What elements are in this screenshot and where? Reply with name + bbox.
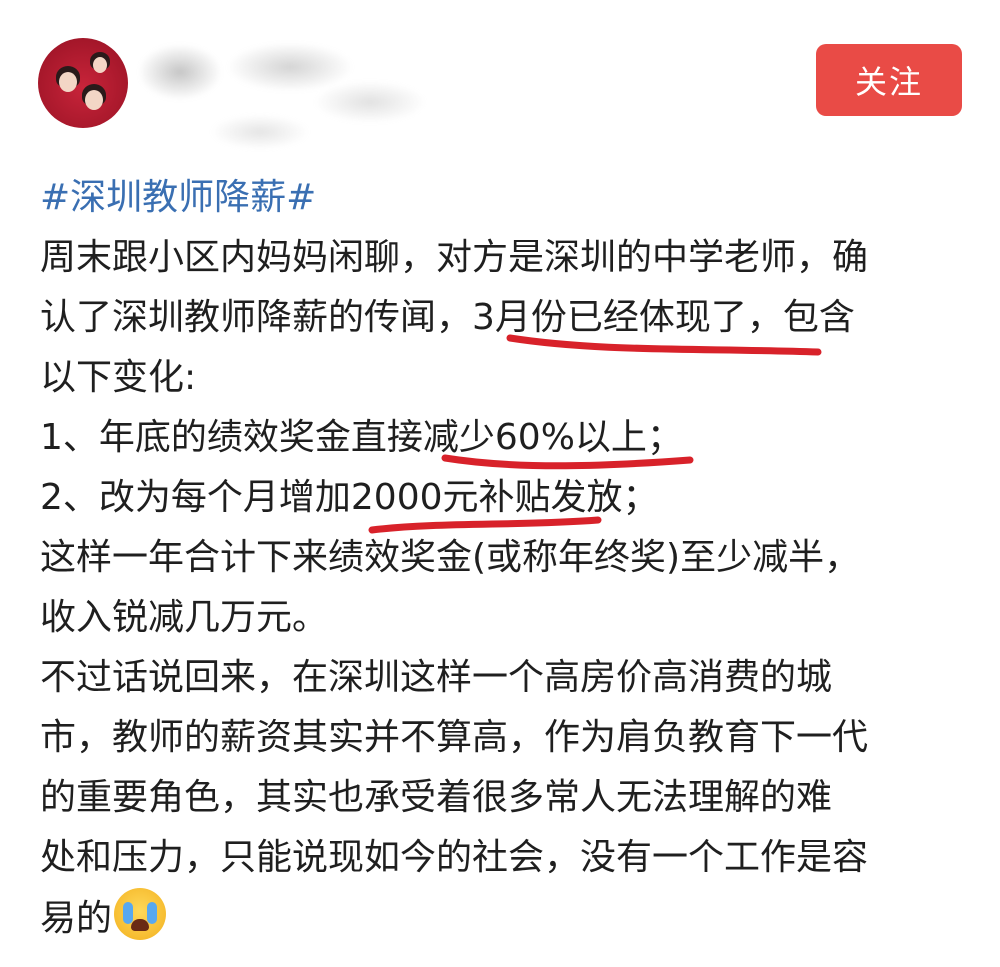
user-avatar[interactable]	[38, 38, 128, 128]
post-line: 1、年底的绩效奖金直接减少60%以上；	[40, 417, 683, 458]
post-line-last: 易的	[40, 888, 970, 948]
post-line: 收入锐减几万元。	[40, 597, 329, 638]
hashtag-link[interactable]: #深圳教师降薪#	[40, 168, 970, 228]
post-line-text: 易的	[40, 898, 113, 939]
post-line: 认了深圳教师降薪的传闻，3月份已经体现了，包含	[40, 297, 855, 338]
blurred-username	[140, 22, 440, 162]
post-line: 的重要角色，其实也承受着很多常人无法理解的难	[40, 777, 833, 818]
follow-button[interactable]: 关注	[816, 44, 962, 116]
post-line: 不过话说回来，在深圳这样一个高房价高消费的城	[40, 657, 833, 698]
post-line: 这样一年合计下来绩效奖金(或称年终奖)至少减半，	[40, 537, 861, 578]
post-line: 市，教师的薪资其实并不算高，作为肩负教育下一代	[40, 717, 869, 758]
post-line: 以下变化:	[40, 357, 197, 398]
post-line: 2、改为每个月增加2000元补贴发放；	[40, 477, 659, 518]
post-line: 周末跟小区内妈妈闲聊，对方是深圳的中学老师，确	[40, 237, 869, 278]
crying-face-icon	[114, 888, 167, 940]
post-body: #深圳教师降薪# 周末跟小区内妈妈闲聊，对方是深圳的中学老师，确 认了深圳教师降…	[40, 168, 970, 948]
post-header: 关注	[0, 0, 1000, 170]
post-line: 处和压力，只能说现如今的社会，没有一个工作是容	[40, 837, 869, 878]
